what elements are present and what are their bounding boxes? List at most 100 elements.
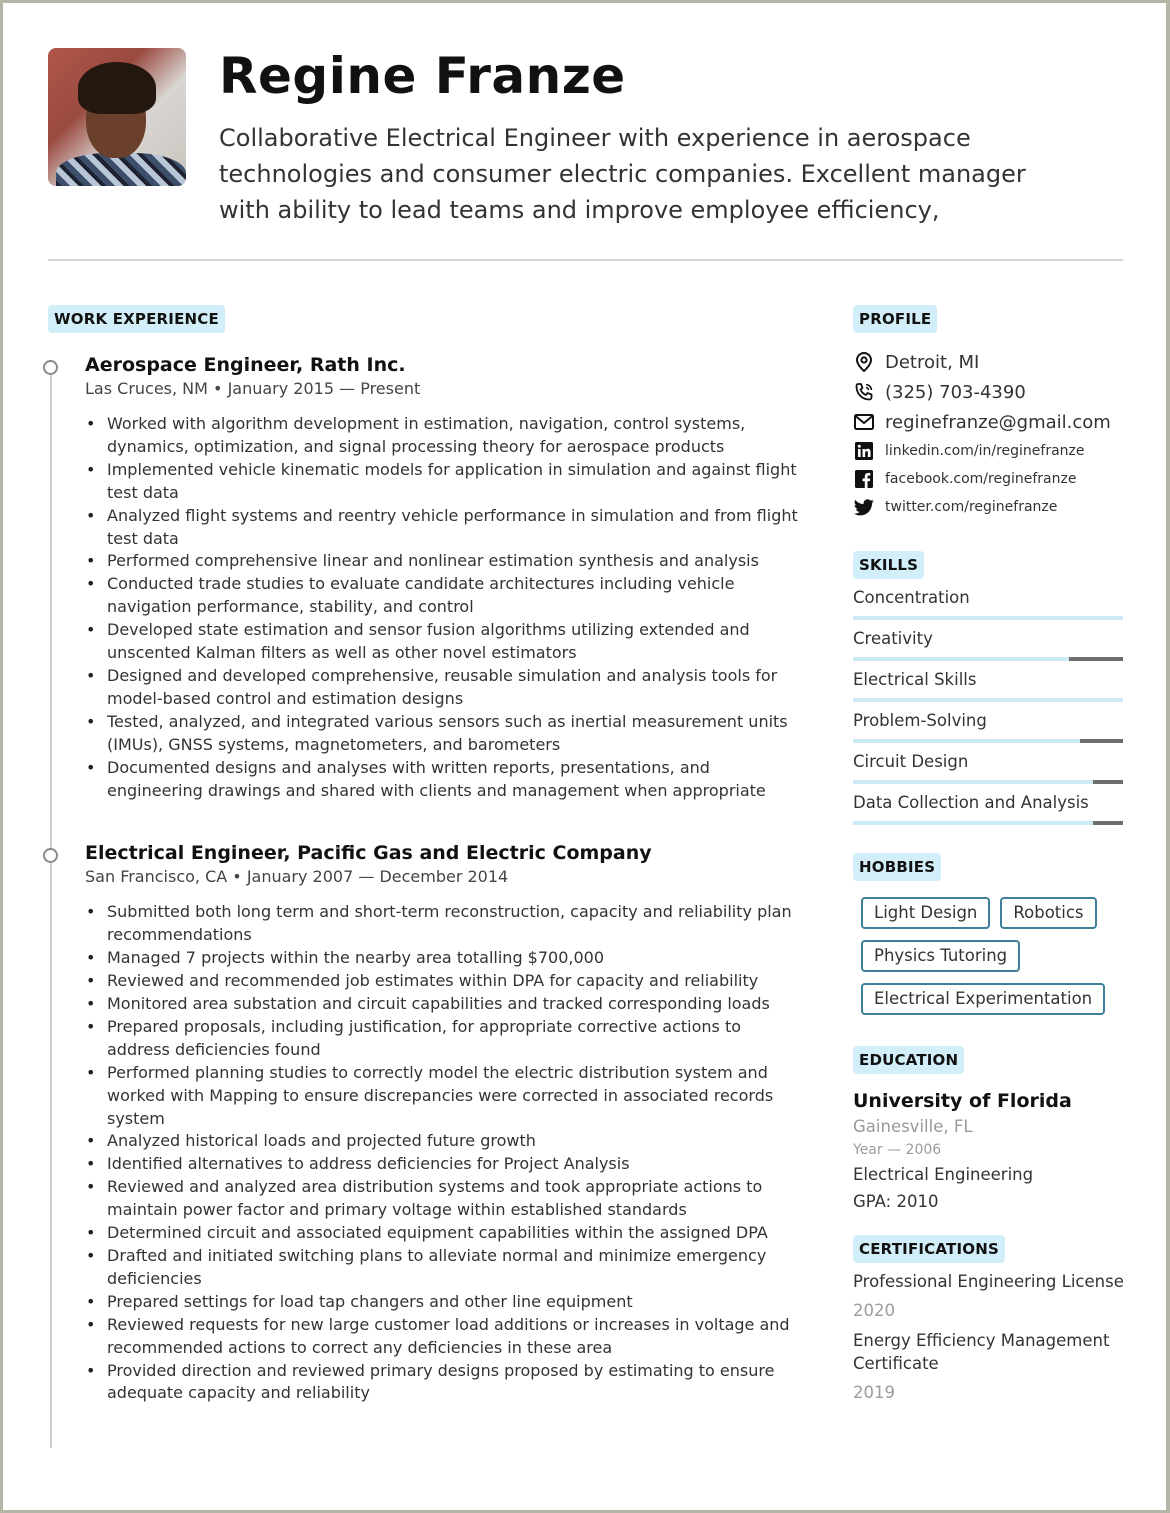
- photo-hair: [78, 62, 156, 114]
- education-section: EDUCATION University of Florida Gainesvi…: [853, 1046, 1128, 1215]
- timeline-dot: [43, 848, 58, 864]
- contact-list: Detroit, MI (325) 703-4390 reginefranze@…: [853, 347, 1128, 521]
- skill-item: Problem-Solving: [853, 710, 1128, 743]
- job-entry: Aerospace Engineer, Rath Inc. Las Cruces…: [43, 352, 808, 802]
- skill-level-fill: [853, 780, 1094, 784]
- education-gpa: GPA: 2010: [853, 1192, 939, 1211]
- skill-name: Creativity: [853, 629, 933, 648]
- job-bullet: Tested, analyzed, and integrated various…: [86, 711, 808, 757]
- job-bullets: Worked with algorithm development in est…: [85, 413, 808, 802]
- skill-level-fill: [853, 616, 1123, 620]
- candidate-name: Regine Franze: [219, 47, 626, 105]
- skill-item: Concentration: [853, 587, 1128, 620]
- skill-level-bar: [853, 739, 1123, 743]
- skill-level-fill: [853, 739, 1080, 743]
- location-text: Detroit, MI: [885, 351, 980, 373]
- skill-level-bar: [853, 780, 1123, 784]
- hobbies-heading: HOBBIES: [853, 853, 942, 881]
- skill-name: Data Collection and Analysis: [853, 793, 1089, 812]
- education-degree: Electrical Engineering: [853, 1165, 1034, 1184]
- job-bullet: Prepared proposals, including justificat…: [86, 1016, 808, 1062]
- skill-name: Electrical Skills: [853, 670, 977, 689]
- job-bullet: Provided direction and reviewed primary …: [86, 1360, 808, 1406]
- skill-item: Electrical Skills: [853, 669, 1128, 702]
- summary-text: Collaborative Electrical Engineer with e…: [219, 124, 1026, 224]
- job-bullet: Analyzed historical loads and projected …: [86, 1130, 808, 1153]
- hobby-chip: Electrical Experimentation: [861, 983, 1106, 1015]
- certification-year: 2020: [853, 1301, 895, 1320]
- contact-location: Detroit, MI: [853, 347, 1128, 377]
- linkedin-link[interactable]: linkedin.com/in/reginefranze: [885, 443, 1085, 459]
- mail-icon: [853, 411, 875, 433]
- job-bullet: Determined circuit and associated equipm…: [86, 1222, 808, 1245]
- job-bullet: Drafted and initiated switching plans to…: [86, 1245, 808, 1291]
- skill-level-bar: [853, 657, 1123, 661]
- job-bullet: Reviewed and recommended job estimates w…: [86, 970, 808, 993]
- certification-name: Professional Engineering License: [853, 1272, 1124, 1291]
- hobbies-section: HOBBIES Light Design Robotics Physics Tuto…: [853, 853, 1128, 1026]
- job-title: Electrical Engineer, Pacific Gas and Ele…: [85, 842, 652, 865]
- skill-level-bar: [853, 616, 1123, 620]
- contact-email[interactable]: reginefranze@gmail.com: [853, 407, 1128, 437]
- certification-item: Energy Efficiency Management Certificate…: [853, 1329, 1128, 1404]
- linkedin-icon: [853, 440, 875, 462]
- hobby-chip: Robotics: [1000, 897, 1097, 929]
- contact-phone[interactable]: (325) 703-4390: [853, 377, 1128, 407]
- contact-twitter[interactable]: twitter.com/reginefranze: [853, 493, 1128, 521]
- skill-item: Data Collection and Analysis: [853, 792, 1128, 825]
- facebook-icon: [853, 468, 875, 490]
- contact-facebook[interactable]: facebook.com/reginefranze: [853, 465, 1128, 493]
- job-bullet: Analyzed flight systems and reentry vehi…: [86, 505, 808, 551]
- phone-icon: [853, 381, 875, 403]
- phone-text[interactable]: (325) 703-4390: [885, 382, 1026, 403]
- skill-item: Creativity: [853, 628, 1128, 661]
- skill-level-bar: [853, 698, 1123, 702]
- skill-item: Circuit Design: [853, 751, 1128, 784]
- certifications-list: Professional Engineering License 2020 Ener…: [853, 1270, 1128, 1404]
- education-year: Year — 2006: [853, 1142, 942, 1158]
- certification-year: 2019: [853, 1383, 895, 1402]
- job-bullet: Prepared settings for load tap changers …: [86, 1291, 808, 1314]
- job-bullet: Identified alternatives to address defic…: [86, 1153, 808, 1176]
- skill-name: Problem-Solving: [853, 711, 987, 730]
- skill-level-fill: [853, 821, 1094, 825]
- map-pin-icon: [853, 351, 875, 373]
- skills-list: Concentration Creativity Electrical Skills…: [853, 587, 1128, 825]
- job-bullet: Reviewed and analyzed area distribution …: [86, 1176, 808, 1222]
- job-meta: San Francisco, CA • January 2007 — Decem…: [85, 867, 509, 887]
- profile-heading: PROFILE: [853, 305, 938, 333]
- education-heading: EDUCATION: [853, 1046, 965, 1074]
- job-bullet: Documented designs and analyses with wri…: [86, 757, 808, 803]
- job-bullet: Conducted trade studies to evaluate cand…: [86, 573, 808, 619]
- job-bullet: Managed 7 projects within the nearby are…: [86, 947, 808, 970]
- job-bullet: Developed state estimation and sensor fu…: [86, 619, 808, 665]
- job-bullet: Performed comprehensive linear and nonli…: [86, 550, 808, 573]
- timeline-dot: [43, 360, 58, 375]
- hobby-chip: Physics Tutoring: [861, 940, 1021, 972]
- profile-photo: [48, 48, 186, 186]
- skill-level-fill: [853, 698, 1123, 702]
- facebook-link[interactable]: facebook.com/reginefranze: [885, 471, 1076, 487]
- work-experience-section: WORK EXPERIENCE Aerospace Engineer, Rath…: [43, 305, 808, 1406]
- work-experience-heading: WORK EXPERIENCE: [48, 305, 225, 333]
- photo-clothing: [56, 153, 186, 186]
- hobbies-list: Light Design Robotics Physics Tutoring Elec…: [861, 897, 1131, 1026]
- education-city: Gainesville, FL: [853, 1117, 973, 1136]
- job-meta: Las Cruces, NM • January 2015 — Present: [85, 379, 421, 398]
- email-link[interactable]: reginefranze@gmail.com: [885, 412, 1111, 433]
- hobby-chip: Light Design: [861, 897, 991, 929]
- job-entry: Electrical Engineer, Pacific Gas and Ele…: [43, 840, 808, 1406]
- header-divider: [48, 259, 1123, 261]
- skill-level-bar: [853, 821, 1123, 825]
- certification-name: Energy Efficiency Management Certificate: [853, 1331, 1110, 1373]
- job-bullet: Monitored area substation and circuit ca…: [86, 993, 808, 1016]
- twitter-link[interactable]: twitter.com/reginefranze: [885, 499, 1057, 515]
- job-bullet: Designed and developed comprehensive, re…: [86, 665, 808, 711]
- job-bullet: Worked with algorithm development in est…: [86, 413, 808, 459]
- skills-heading: SKILLS: [853, 551, 925, 579]
- skill-name: Circuit Design: [853, 752, 969, 771]
- job-bullet: Implemented vehicle kinematic models for…: [86, 459, 808, 505]
- contact-linkedin[interactable]: linkedin.com/in/reginefranze: [853, 437, 1128, 465]
- certifications-heading: CERTIFICATIONS: [853, 1235, 1005, 1263]
- sidebar: PROFILE Detroit, MI (325) 703-4390 regin…: [853, 305, 1128, 1404]
